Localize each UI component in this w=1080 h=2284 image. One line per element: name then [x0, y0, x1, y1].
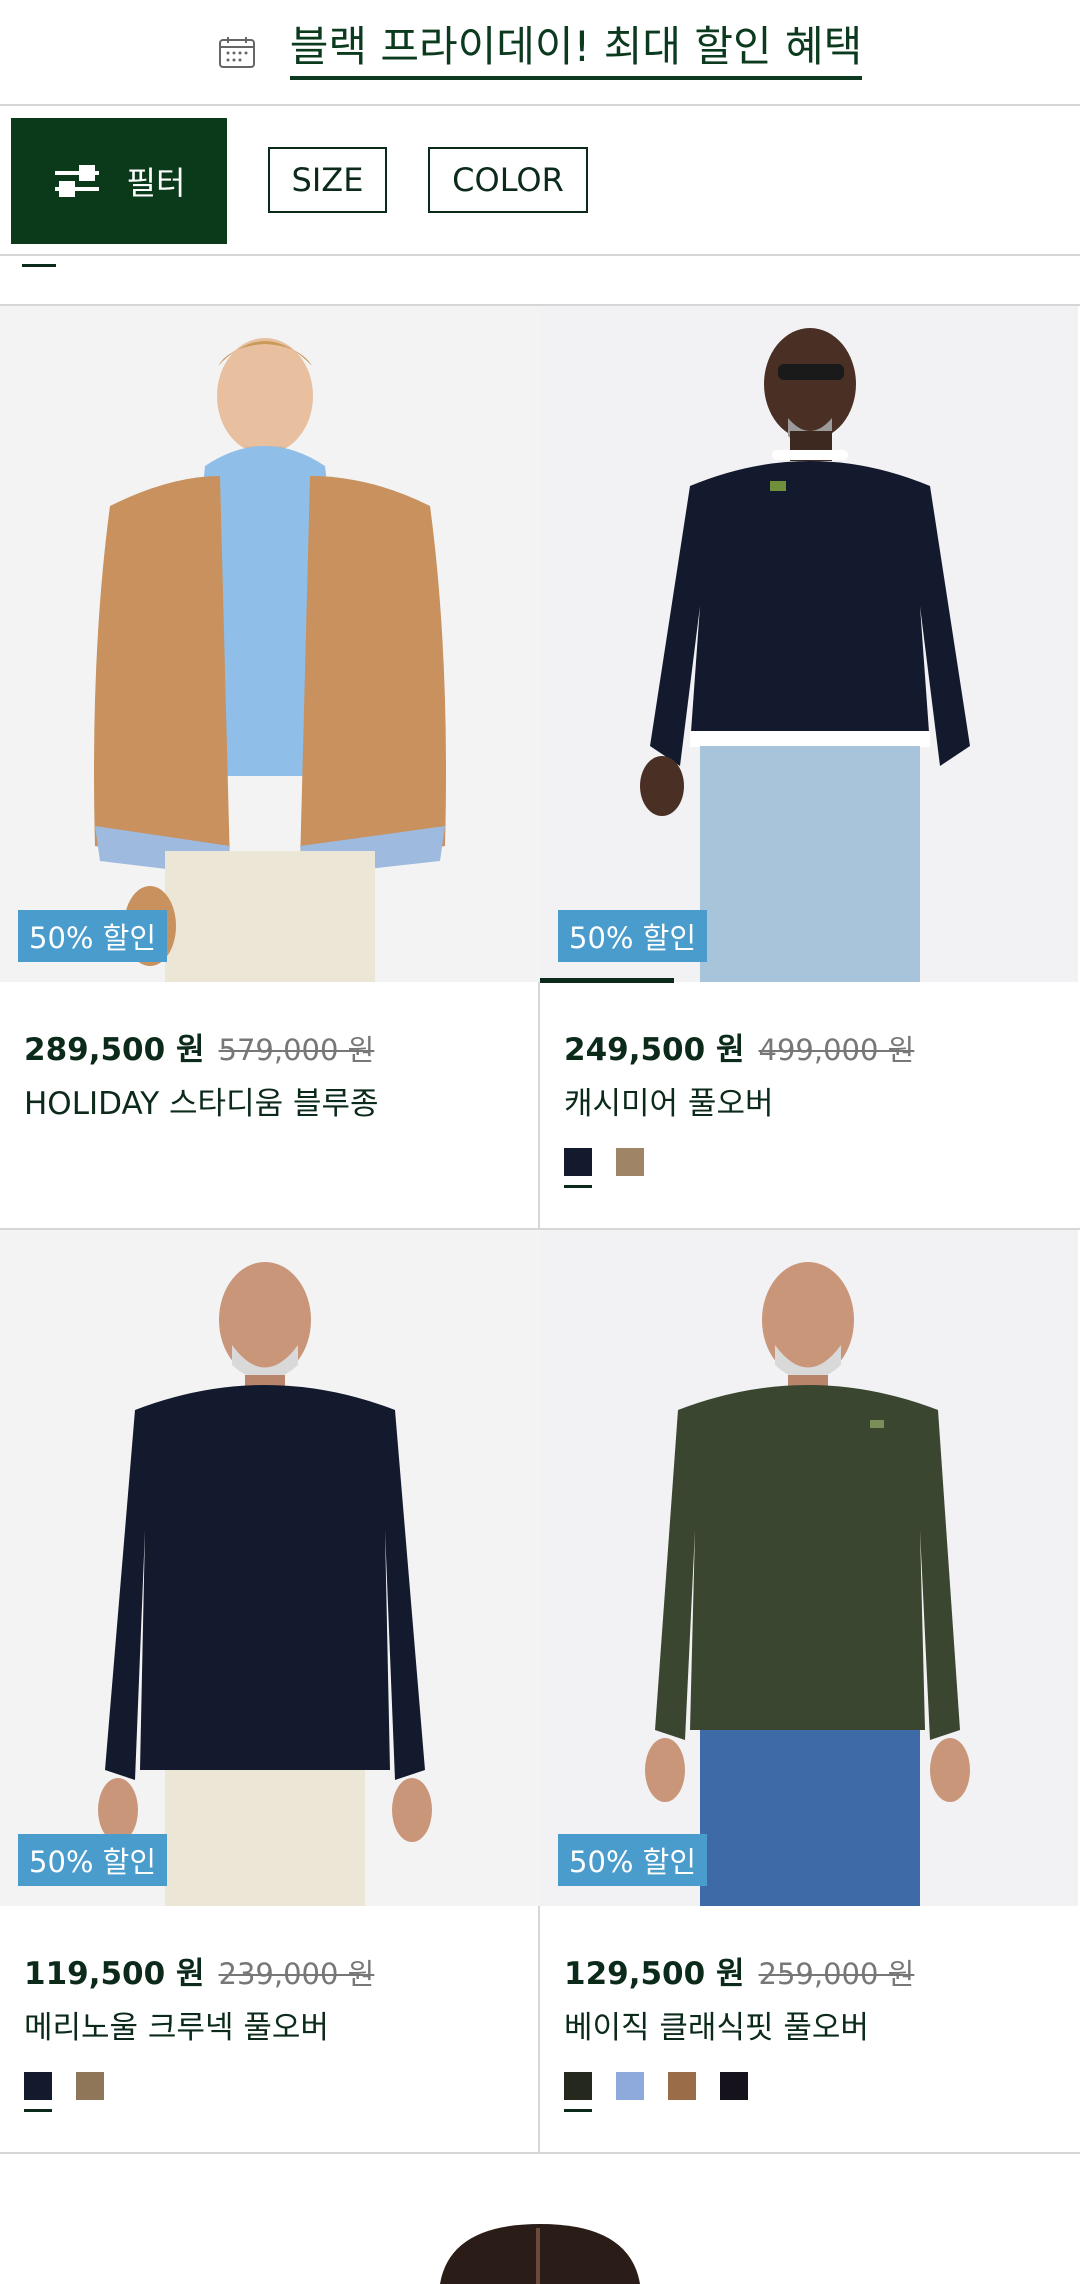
- discount-badge: 50% 할인: [18, 910, 168, 962]
- filter-button[interactable]: 필터: [11, 118, 227, 244]
- model-illustration: [540, 1230, 1078, 1906]
- color-swatch[interactable]: [616, 2072, 644, 2100]
- color-swatch[interactable]: [720, 2072, 748, 2100]
- product-card[interactable]: 50% 할인 289,500 원 579,000 원 HOLIDAY 스타디움 …: [0, 306, 540, 1230]
- original-price: 239,000 원: [218, 1957, 375, 1991]
- product-image[interactable]: [540, 1230, 1078, 1906]
- discount-badge: 50% 할인: [558, 910, 708, 962]
- original-price: 579,000 원: [218, 1033, 375, 1067]
- color-swatches: [24, 2072, 104, 2112]
- color-swatches: [564, 2072, 748, 2112]
- product-card[interactable]: 50% 할인 119,500 원 239,000 원 메리노울 크루넥 풀오버: [0, 1230, 540, 2154]
- size-filter-chip[interactable]: SIZE: [268, 147, 387, 213]
- product-card[interactable]: 50% 할인 249,500 원 499,000 원 캐시미어 풀오버: [540, 306, 1080, 1230]
- promo-banner[interactable]: 블랙 프라이데이! 최대 할인 혜택: [0, 0, 1080, 106]
- color-swatch[interactable]: [24, 2072, 52, 2112]
- color-swatch[interactable]: [76, 2072, 104, 2100]
- product-name[interactable]: 캐시미어 풀오버: [564, 1078, 774, 1123]
- sale-price: 129,500 원: [564, 1956, 745, 1992]
- filter-label: 필터: [126, 164, 186, 202]
- product-name[interactable]: 베이직 클래식핏 풀오버: [564, 2002, 869, 2047]
- price-row: 129,500 원 259,000 원: [564, 1948, 914, 1993]
- original-price: 499,000 원: [758, 1033, 915, 1067]
- calendar-icon: [218, 37, 255, 68]
- discount-badge: 50% 할인: [558, 1834, 708, 1886]
- promo-text[interactable]: 블랙 프라이데이! 최대 할인 혜택: [289, 23, 863, 81]
- price-row: 119,500 원 239,000 원: [24, 1948, 374, 1993]
- product-name[interactable]: 메리노울 크루넥 풀오버: [24, 2002, 329, 2047]
- model-illustration: [0, 1230, 540, 1906]
- strip-indicator: [22, 264, 56, 267]
- sale-price: 289,500 원: [24, 1032, 205, 1068]
- product-card[interactable]: 50% 할인 129,500 원 259,000 원 베이직 클래식핏 풀오버: [540, 1230, 1080, 2154]
- original-price: 259,000 원: [758, 1957, 915, 1991]
- filter-sliders-icon: [54, 165, 99, 197]
- product-image[interactable]: [0, 1230, 540, 1906]
- price-row: 249,500 원 499,000 원: [564, 1024, 914, 1069]
- product-image[interactable]: [540, 306, 1078, 982]
- filter-bar: 필터 SIZE COLOR: [0, 106, 1080, 256]
- results-strip: [0, 256, 1080, 306]
- model-illustration: [0, 2154, 1080, 2284]
- color-swatch[interactable]: [564, 2072, 592, 2112]
- sale-price: 249,500 원: [564, 1032, 745, 1068]
- sale-price: 119,500 원: [24, 1956, 205, 1992]
- next-product-card[interactable]: [0, 2154, 1080, 2284]
- color-swatch[interactable]: [668, 2072, 696, 2100]
- color-swatches: [564, 1148, 644, 1188]
- image-carousel-progress: [540, 978, 674, 983]
- model-illustration: [540, 306, 1078, 982]
- model-illustration: [0, 306, 540, 982]
- product-name[interactable]: HOLIDAY 스타디움 블루종: [24, 1078, 379, 1123]
- product-image[interactable]: [0, 306, 540, 982]
- color-filter-chip[interactable]: COLOR: [428, 147, 588, 213]
- color-swatch[interactable]: [564, 1148, 592, 1188]
- price-row: 289,500 원 579,000 원: [24, 1024, 374, 1069]
- color-swatch[interactable]: [616, 1148, 644, 1176]
- discount-badge: 50% 할인: [18, 1834, 168, 1886]
